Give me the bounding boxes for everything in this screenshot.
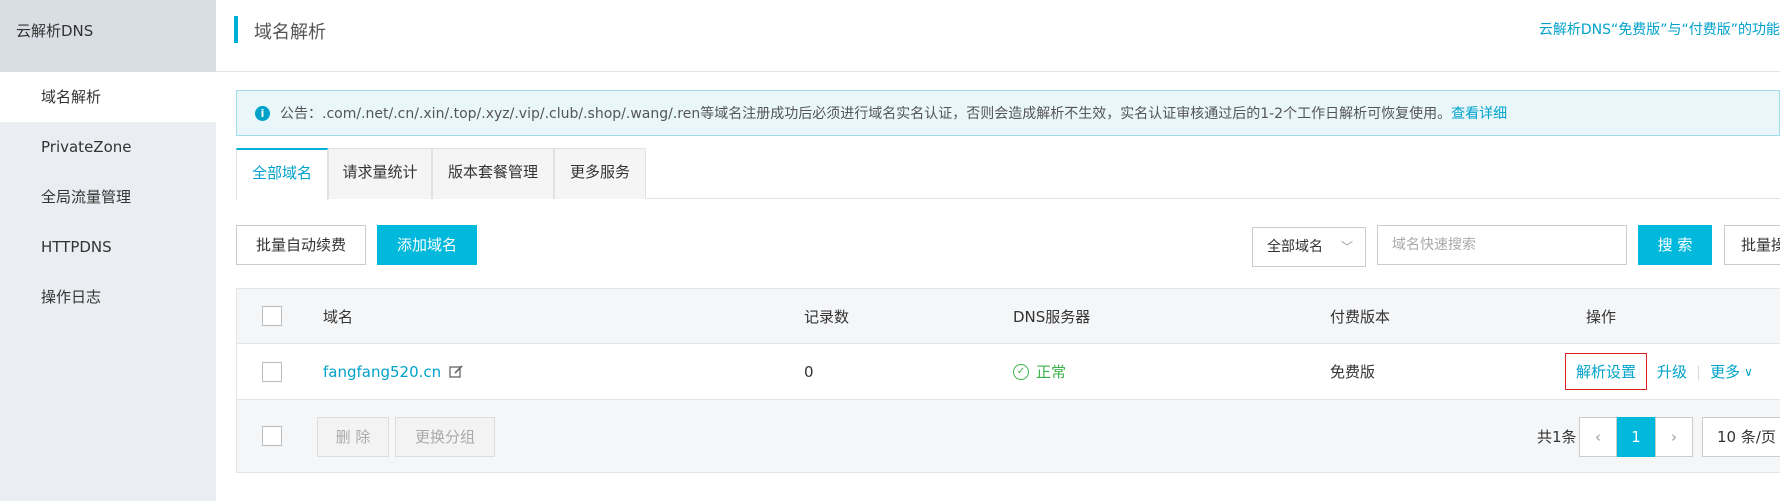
info-icon: i <box>255 105 270 121</box>
next-page-button[interactable]: › <box>1655 417 1693 457</box>
header-records: 记录数 <box>804 307 850 326</box>
domain-table: 域名 记录数 DNS服务器 付费版本 操作 fangfang520.cn 0 ✓… <box>236 288 1780 473</box>
domain-filter-value: 全部域名 <box>1267 239 1323 255</box>
page-size-value: 10 条/页 <box>1717 428 1776 446</box>
sidebar: 云解析DNS 域名解析 PrivateZone 全局流量管理 HTTPDNS 操… <box>0 0 216 501</box>
check-circle-icon: ✓ <box>1013 363 1029 380</box>
search-button[interactable]: 搜 索 <box>1638 225 1712 265</box>
search-input[interactable] <box>1377 225 1627 265</box>
header-operations: 操作 <box>1586 307 1617 326</box>
notice-text: 公告：.com/.net/.cn/.xin/.top/.xyz/.vip/.cl… <box>280 106 1452 122</box>
tab-all-domains[interactable]: 全部域名 <box>236 148 328 200</box>
main-content: 域名解析 云解析DNS“免费版”与“付费版”的功能 i 公告：.com/.net… <box>216 0 1780 501</box>
row-checkbox[interactable] <box>262 361 282 382</box>
version-value: 免费版 <box>1330 363 1376 381</box>
divider: | <box>1696 362 1702 381</box>
domain-link[interactable]: fangfang520.cn <box>323 363 441 381</box>
sidebar-title: 云解析DNS <box>0 0 216 72</box>
header-domain: 域名 <box>323 307 354 326</box>
change-group-button[interactable]: 更换分组 <box>395 417 495 457</box>
delete-button[interactable]: 删 除 <box>317 417 389 457</box>
tab-bar: 全部域名 请求量统计 版本套餐管理 更多服务 <box>236 148 1780 200</box>
add-domain-button[interactable]: 添加域名 <box>377 225 477 265</box>
page-header: 域名解析 云解析DNS“免费版”与“付费版”的功能 <box>216 0 1780 72</box>
sidebar-item-domain-resolution[interactable]: 域名解析 <box>0 72 216 122</box>
tab-more-services[interactable]: 更多服务 <box>554 148 646 199</box>
sidebar-item-global-traffic[interactable]: 全局流量管理 <box>0 172 216 222</box>
dns-settings-link[interactable]: 解析设置 <box>1565 353 1648 390</box>
table-row: fangfang520.cn 0 ✓ 正常 免费版 解析设置 升级 | 更多 ∨ <box>237 344 1780 400</box>
record-count: 0 <box>804 362 814 381</box>
sidebar-item-httpdns[interactable]: HTTPDNS <box>0 222 216 272</box>
notice-details-link[interactable]: 查看详细 <box>1451 103 1507 123</box>
table-footer: 删 除 更换分组 共1条 ‹ 1 › 10 条/页 <box>237 400 1780 472</box>
notice-banner: i 公告：.com/.net/.cn/.xin/.top/.xyz/.vip/.… <box>236 90 1780 136</box>
upgrade-link[interactable]: 升级 <box>1657 361 1687 382</box>
header-version: 付费版本 <box>1330 307 1391 326</box>
header-dns-server: DNS服务器 <box>1013 307 1091 326</box>
tab-request-stats[interactable]: 请求量统计 <box>328 148 432 199</box>
tab-version-plans[interactable]: 版本套餐管理 <box>432 148 554 199</box>
batch-operation-button[interactable]: 批量操 <box>1724 225 1780 265</box>
dns-status: 正常 <box>1036 363 1067 381</box>
title-accent-bar <box>234 16 238 43</box>
chevron-down-icon[interactable]: ∨ <box>1744 365 1753 379</box>
sidebar-item-operation-log[interactable]: 操作日志 <box>0 272 216 322</box>
prev-page-button[interactable]: ‹ <box>1579 417 1617 457</box>
chevron-down-icon: ﹀ <box>1340 240 1353 254</box>
footer-select-all-checkbox[interactable] <box>262 426 282 446</box>
promo-link[interactable]: 云解析DNS“免费版”与“付费版”的功能 <box>1539 19 1780 39</box>
more-link[interactable]: 更多 <box>1710 361 1740 382</box>
batch-renew-button[interactable]: 批量自动续费 <box>236 225 366 265</box>
sidebar-item-privatezone[interactable]: PrivateZone <box>0 122 216 172</box>
page-size-select[interactable]: 10 条/页 <box>1702 417 1780 457</box>
table-header: 域名 记录数 DNS服务器 付费版本 操作 <box>237 289 1780 344</box>
page-title: 域名解析 <box>254 22 326 43</box>
page-1-button[interactable]: 1 <box>1617 417 1655 457</box>
edit-icon[interactable] <box>449 364 464 379</box>
select-all-checkbox[interactable] <box>262 306 282 326</box>
domain-filter-select[interactable]: 全部域名 ﹀ <box>1252 227 1366 267</box>
total-count: 共1条 <box>1537 427 1577 446</box>
